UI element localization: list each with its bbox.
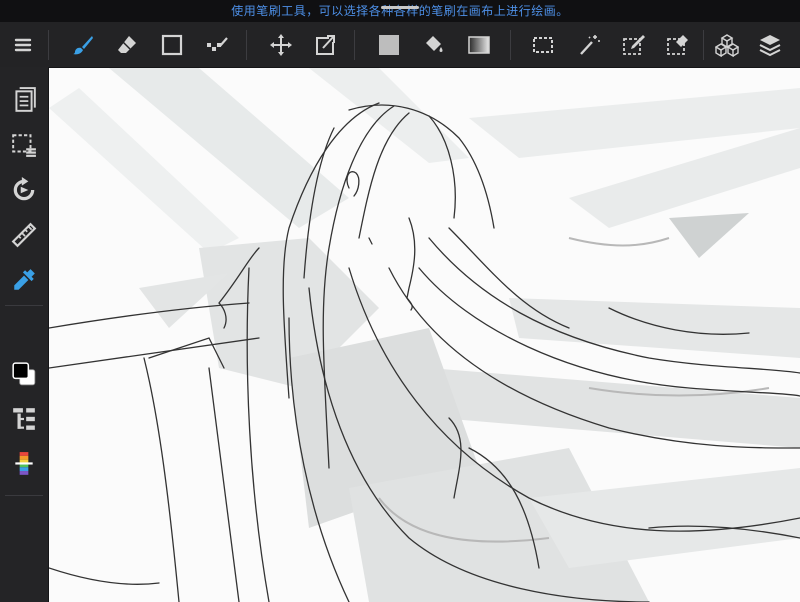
pages-button[interactable] bbox=[7, 83, 41, 117]
fill-color-button[interactable] bbox=[372, 28, 406, 62]
transform-tool-button[interactable] bbox=[308, 28, 342, 62]
filter-icon bbox=[207, 37, 228, 51]
move-icon bbox=[270, 34, 292, 56]
eyedropper-button[interactable] bbox=[7, 263, 41, 297]
pages-icon bbox=[15, 87, 36, 112]
sketch-artwork bbox=[49, 68, 800, 602]
color-swatch-button[interactable] bbox=[7, 357, 41, 391]
selection-eraser-button[interactable] bbox=[661, 28, 695, 62]
shape-icon bbox=[161, 34, 183, 56]
drawing-canvas[interactable] bbox=[49, 68, 800, 602]
rotate-button[interactable] bbox=[7, 173, 41, 207]
layer-list-button[interactable] bbox=[7, 402, 41, 436]
selection-tool-button[interactable] bbox=[526, 28, 560, 62]
3d-button[interactable] bbox=[710, 28, 744, 62]
gradient-tool-button[interactable] bbox=[462, 28, 496, 62]
eraser-tool-button[interactable] bbox=[110, 28, 144, 62]
tip-bar: 使用笔刷工具，可以选择各种各样的笔刷在画布上进行绘画。 bbox=[0, 0, 800, 22]
bucket-tool-button[interactable] bbox=[417, 28, 451, 62]
top-toolbar bbox=[0, 22, 800, 68]
3d-cubes-icon bbox=[715, 34, 739, 57]
eraser-icon bbox=[118, 36, 136, 53]
rotate-icon bbox=[13, 177, 35, 201]
selection-pen-icon bbox=[623, 35, 645, 55]
selection-menu-icon bbox=[12, 134, 36, 157]
filter-tool-button[interactable] bbox=[200, 28, 234, 62]
bucket-icon bbox=[426, 36, 443, 52]
transform-icon bbox=[316, 35, 335, 55]
left-sidebar bbox=[0, 67, 49, 602]
drag-handle[interactable] bbox=[381, 6, 419, 9]
fill-color-icon bbox=[379, 35, 399, 55]
color-palette-button[interactable] bbox=[7, 447, 41, 481]
selection-menu-button[interactable] bbox=[7, 128, 41, 162]
shape-tool-button[interactable] bbox=[155, 28, 189, 62]
ruler-icon bbox=[11, 222, 37, 248]
move-tool-button[interactable] bbox=[264, 28, 298, 62]
layers-icon bbox=[759, 35, 781, 57]
layer-list-icon bbox=[13, 408, 35, 430]
menu-icon bbox=[14, 38, 32, 52]
brush-icon bbox=[73, 36, 93, 55]
selection-pen-button[interactable] bbox=[617, 28, 651, 62]
eyedropper-icon bbox=[14, 269, 35, 290]
color-palette-icon bbox=[15, 452, 33, 475]
brush-tool-button[interactable] bbox=[66, 28, 100, 62]
gradient-icon bbox=[468, 36, 490, 54]
ruler-button[interactable] bbox=[7, 218, 41, 252]
selection-icon bbox=[533, 37, 553, 53]
color-swatch-icon bbox=[12, 362, 36, 386]
selection-eraser-icon bbox=[667, 35, 688, 55]
menu-button[interactable] bbox=[6, 28, 40, 62]
magic-wand-button[interactable] bbox=[572, 28, 606, 62]
layers-button[interactable] bbox=[753, 28, 787, 62]
magic-wand-icon bbox=[580, 35, 600, 55]
